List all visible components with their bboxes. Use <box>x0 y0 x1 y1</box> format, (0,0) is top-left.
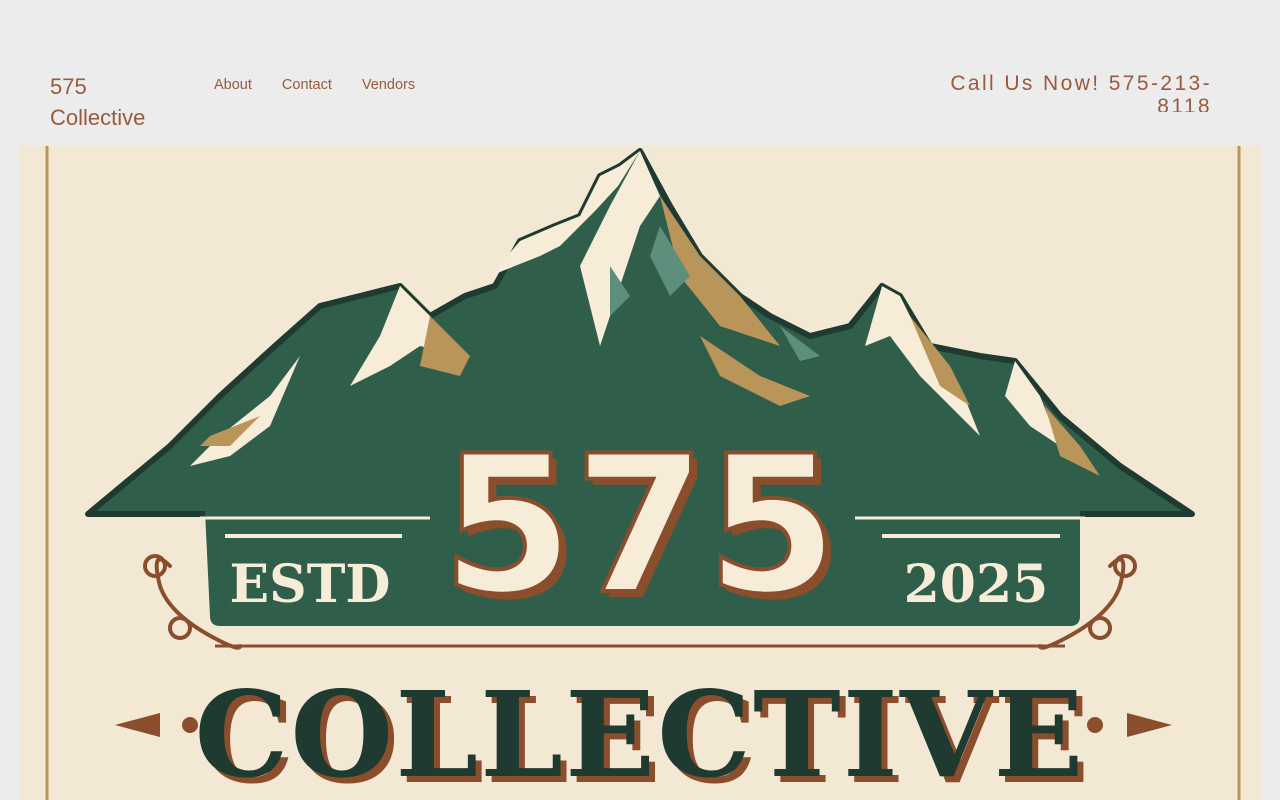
hero-logo-banner: ESTD 2025 575 575 COLLECTIVE COLLECTIVE <box>20 146 1261 800</box>
estd-label: ESTD <box>230 554 391 615</box>
logo-wordmark: COLLECTIVE <box>195 665 1086 800</box>
nav-link-contact[interactable]: Contact <box>282 76 332 94</box>
collective-logo-emblem: ESTD 2025 575 575 COLLECTIVE COLLECTIVE <box>45 146 1241 800</box>
nav-link-vendors[interactable]: Vendors <box>362 76 415 94</box>
main-nav: About Contact Vendors <box>214 76 415 94</box>
nav-link-about[interactable]: About <box>214 76 252 94</box>
call-us-phone[interactable]: Call Us Now! 575-213-8118 <box>940 72 1212 112</box>
site-brand[interactable]: 575 Collective <box>50 71 170 133</box>
site-header: 575 Collective About Contact Vendors Cal… <box>0 0 1280 146</box>
estd-year: 2025 <box>904 554 1049 615</box>
arrow-left-icon <box>115 713 160 737</box>
arrow-right-icon <box>1127 713 1172 737</box>
logo-number: 575 <box>442 415 839 636</box>
